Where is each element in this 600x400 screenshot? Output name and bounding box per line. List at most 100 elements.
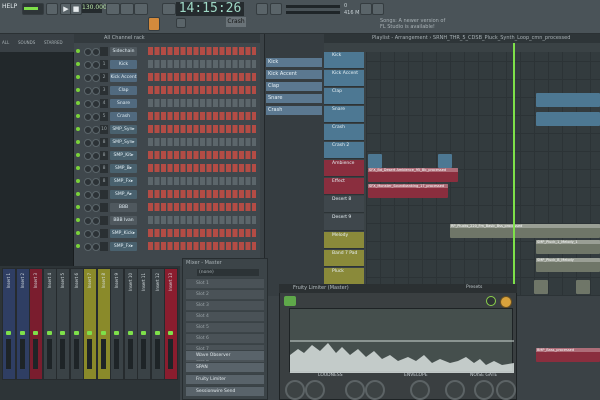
channel-pan-knob[interactable] [84, 165, 92, 173]
channel-mute-led[interactable] [76, 127, 80, 131]
channel-volume-knob[interactable] [92, 87, 100, 95]
channel-name-button[interactable]: SMP_Syn▸ [110, 125, 137, 134]
typing-keyboard-button[interactable] [148, 17, 160, 31]
mixer-insert-strip[interactable]: Insert 10 [123, 268, 138, 380]
mixer-insert-strip[interactable]: Insert 13 [164, 268, 178, 380]
noise-gate-knob-3[interactable] [496, 380, 516, 400]
snap-icon[interactable] [256, 3, 268, 15]
playlist-clip[interactable]: RP_Plucks_220_Fm_Basic_Bss_processed [450, 224, 600, 238]
mixer-insert-strip[interactable]: Insert 2 [15, 268, 30, 380]
news-panel[interactable]: Songs: A newer version of FL Studio is a… [380, 18, 500, 30]
step-sequencer-row[interactable] [148, 86, 256, 94]
playlist-clip[interactable]: SFX_Monster_Soundbanking_17_processed [368, 184, 448, 198]
channel-pan-knob[interactable] [84, 87, 92, 95]
mixer-plugin-slot[interactable]: Fruity Limiter [186, 374, 264, 384]
mixer-mute-led[interactable] [6, 331, 11, 335]
plugin-picker-button[interactable] [360, 3, 372, 15]
playlist-track-header[interactable]: Desert 9 [324, 214, 364, 231]
playlist-clip[interactable] [536, 112, 600, 126]
channel-mute-led[interactable] [76, 75, 80, 79]
mixer-slot[interactable]: Slot 1 [186, 278, 264, 288]
playlist-clip[interactable] [536, 93, 600, 107]
mixer-mute-led[interactable] [73, 331, 79, 335]
channel-name-button[interactable]: SMP_B▸ [110, 164, 137, 173]
mixer-insert-strip[interactable]: Insert 12 [150, 268, 165, 380]
mixer-fader[interactable] [141, 339, 146, 369]
mixer-insert-strip[interactable]: Insert 4 [42, 268, 57, 380]
mixer-mute-led[interactable] [46, 331, 52, 335]
mixer-fader[interactable] [60, 339, 65, 369]
song-time-display[interactable]: 14:15:26 [176, 2, 244, 16]
playlist-clip[interactable] [368, 154, 382, 168]
playlist-track-header[interactable]: Melody [324, 232, 364, 249]
channel-pan-knob[interactable] [84, 178, 92, 186]
channel-mixer-track[interactable] [100, 190, 108, 199]
record-button[interactable] [46, 3, 58, 15]
channel-mixer-track[interactable] [100, 242, 108, 251]
presets-button[interactable]: Presets [466, 285, 482, 290]
playlist-track-header[interactable]: Effect [324, 178, 364, 195]
mixer-insert-strip[interactable]: Insert 1 [2, 268, 16, 380]
step-sequencer-row[interactable] [148, 60, 256, 68]
playlist-track-header[interactable]: Snare [324, 106, 364, 123]
step-sequencer-row[interactable] [148, 138, 256, 146]
channel-pan-knob[interactable] [84, 61, 92, 69]
channel-pan-knob[interactable] [84, 230, 92, 238]
picker-item[interactable]: Snare [266, 94, 322, 103]
channel-row[interactable]: 3 Clap [74, 85, 260, 96]
channel-mixer-track[interactable] [100, 47, 108, 56]
mixer-mute-led[interactable] [141, 331, 146, 335]
loop-record-button[interactable] [162, 3, 176, 15]
channel-mixer-track[interactable] [100, 203, 108, 212]
channel-name-button[interactable]: Kick [110, 60, 137, 69]
mixer-fader[interactable] [100, 339, 106, 369]
stop-button[interactable]: ■ [70, 3, 82, 15]
channel-row[interactable]: 5 Crash [74, 111, 260, 122]
mixer-slot[interactable]: Slot 4 [186, 311, 264, 321]
channel-mute-led[interactable] [76, 166, 80, 170]
metronome-button[interactable] [106, 3, 120, 15]
step-sequencer-row[interactable] [148, 216, 256, 224]
step-sequencer-row[interactable] [148, 112, 256, 120]
channel-volume-knob[interactable] [92, 139, 100, 147]
browser-tab-sounds[interactable]: SOUNDS [18, 34, 35, 52]
playlist-track-header[interactable]: Ambience [324, 160, 364, 177]
step-sequencer-row[interactable] [148, 151, 256, 159]
mixer-slot[interactable]: Slot 3 [186, 300, 264, 310]
channel-volume-knob[interactable] [92, 191, 100, 199]
channel-name-button[interactable]: Snare [110, 99, 137, 108]
mixer-fader[interactable] [87, 339, 92, 369]
mixer-insert-strip[interactable]: Insert 11 [137, 268, 151, 380]
channel-name-button[interactable]: SMP_Kit▸ [110, 151, 137, 160]
mixer-fader[interactable] [73, 339, 79, 369]
channel-volume-knob[interactable] [92, 217, 100, 225]
mixer-mute-led[interactable] [87, 331, 92, 335]
channel-row[interactable]: BBB [74, 202, 260, 213]
channel-pan-knob[interactable] [84, 74, 92, 82]
channel-row[interactable]: 10 SMP_Syn▸ [74, 124, 260, 135]
channel-row[interactable]: SMP_A▸ [74, 189, 260, 200]
step-sequencer-row[interactable] [148, 164, 256, 172]
step-sequencer-row[interactable] [148, 47, 256, 55]
channel-name-button[interactable]: Sidechain [110, 47, 137, 56]
mixer-plugin-slot[interactable]: Wave Observer [186, 350, 264, 360]
channel-row[interactable]: 8 SMP_B▸ [74, 163, 260, 174]
mixer-fader[interactable] [6, 339, 11, 369]
step-sequencer-row[interactable] [148, 229, 256, 237]
step-sequencer-row[interactable] [148, 190, 256, 198]
playlist-clip[interactable]: BMP_Bass_processed [536, 348, 600, 362]
mixer-plugin-slot[interactable]: Sessionwire Send [186, 386, 264, 396]
playlist-track-header[interactable]: Crash 2 [324, 142, 364, 159]
mixer-insert-strip[interactable]: Insert 6 [69, 268, 84, 380]
channel-mute-led[interactable] [76, 153, 80, 157]
mixer-fader[interactable] [46, 339, 52, 369]
playlist-track-header[interactable]: Pluck [324, 268, 364, 285]
playlist-clip[interactable]: SMP_Pluck_1_Melody_1 [536, 240, 600, 254]
channel-mixer-track[interactable]: 8 [100, 138, 108, 147]
mixer-insert-strip[interactable]: Insert 3 [29, 268, 43, 380]
channel-mute-led[interactable] [76, 62, 80, 66]
mixer-fader[interactable] [154, 339, 160, 369]
channel-mixer-track[interactable] [100, 216, 108, 225]
mixer-slot[interactable]: Slot 6 [186, 333, 264, 343]
browser-tab-starred[interactable]: STARRED [44, 34, 63, 52]
